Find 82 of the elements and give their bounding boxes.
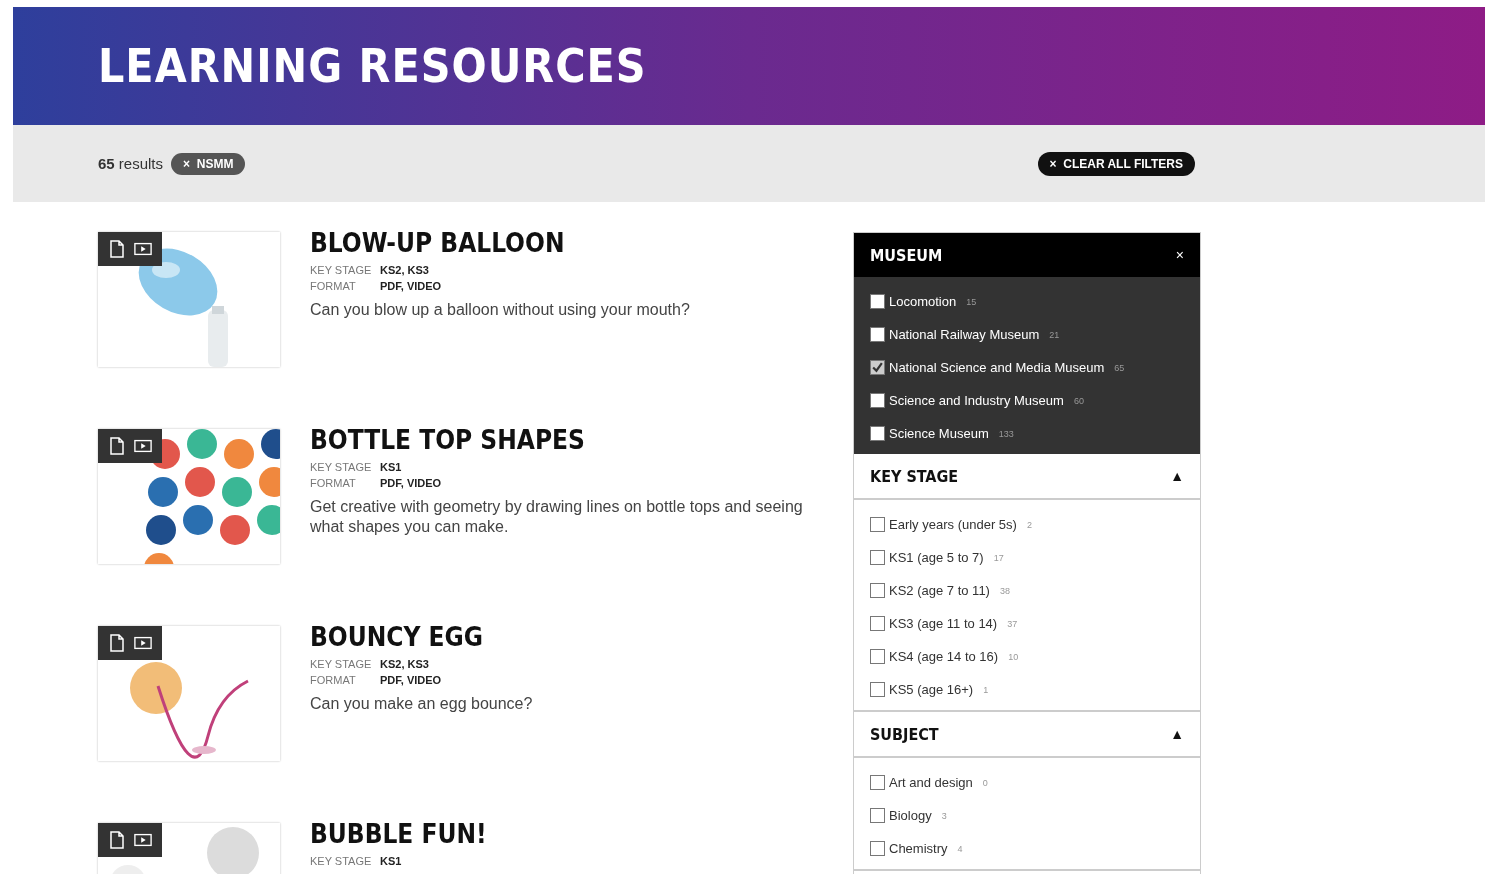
filter-option-label[interactable]: Science and Industry Museum <box>889 393 1064 408</box>
filter-option-label[interactable]: Biology <box>889 808 932 823</box>
format-value: PDF, VIDEO <box>380 476 442 491</box>
checkbox[interactable] <box>870 517 885 532</box>
filter-option-label[interactable]: Science Museum <box>889 426 989 441</box>
checkbox[interactable] <box>870 808 885 823</box>
results-count: 65 results <box>98 155 164 172</box>
option-count: 0 <box>982 777 988 788</box>
option-count: 37 <box>1007 618 1018 629</box>
document-icon <box>108 831 126 849</box>
video-icon <box>134 240 152 258</box>
document-icon <box>108 240 126 258</box>
format-label: FORMAT <box>310 279 357 294</box>
key-stage-label: KEY STAGE <box>310 657 373 672</box>
filter-option-label[interactable]: KS4 (age 14 to 16) <box>889 649 999 664</box>
video-icon <box>134 437 152 455</box>
option-count: 2 <box>1026 519 1032 530</box>
format-label: FORMAT <box>310 476 357 491</box>
video-icon <box>134 831 152 849</box>
checkbox[interactable] <box>870 294 885 309</box>
option-count: 15 <box>966 296 977 307</box>
key-stage-value: KS2, KS3 <box>380 657 430 672</box>
document-icon <box>108 634 126 652</box>
option-count: 21 <box>1049 329 1060 340</box>
option-count: 10 <box>1008 651 1019 662</box>
checkbox[interactable] <box>870 327 885 342</box>
format-value: PDF, VIDEO <box>380 673 442 688</box>
close-icon[interactable]: × <box>1175 247 1184 263</box>
option-count: 60 <box>1073 395 1084 406</box>
format-value: PDF, VIDEO <box>380 279 442 294</box>
resource-title[interactable]: BUBBLE FUN! <box>310 819 823 849</box>
filter-option-label[interactable]: Art and design <box>889 775 973 790</box>
resource-description: Can you blow up a balloon without using your mouth? <box>310 300 691 320</box>
filter-group-header[interactable]: MUSEUM × <box>854 233 1200 277</box>
filter-option-label[interactable]: Chemistry <box>889 841 948 856</box>
filter-option-label[interactable]: National Railway Museum <box>889 327 1040 342</box>
filter-option-label[interactable]: National Science and Media Museum <box>889 360 1105 375</box>
option-count: 65 <box>1114 362 1125 373</box>
checkbox[interactable] <box>870 550 885 565</box>
resource-title[interactable]: BOTTLE TOP SHAPES <box>310 425 823 455</box>
clear-filters-button[interactable]: × CLEAR ALL FILTERS <box>1037 151 1195 176</box>
page-title: LEARNING RESOURCES <box>98 39 647 93</box>
filter-option-label[interactable]: KS1 (age 5 to 7) <box>889 550 984 565</box>
filter-option-label[interactable]: KS2 (age 7 to 11) <box>889 583 990 598</box>
filter-group-title: KEY STAGE <box>870 466 959 486</box>
key-stage-label: KEY STAGE <box>310 263 373 278</box>
filter-group-title: MUSEUM <box>870 245 943 265</box>
collapse-icon[interactable]: ▲ <box>1170 726 1184 742</box>
option-count: 17 <box>993 552 1004 563</box>
collapse-icon[interactable]: ▲ <box>1170 468 1184 484</box>
option-count: 3 <box>941 810 947 821</box>
checkbox[interactable] <box>870 360 885 375</box>
filter-group-title: SUBJECT <box>870 724 939 744</box>
document-icon <box>108 437 126 455</box>
checkbox[interactable] <box>870 616 885 631</box>
option-count: 4 <box>957 843 963 854</box>
checkbox[interactable] <box>870 682 885 697</box>
resource-title[interactable]: BLOW-UP BALLOON <box>310 228 823 258</box>
checkbox[interactable] <box>870 841 885 856</box>
filter-option-label[interactable]: KS3 (age 11 to 14) <box>889 616 998 631</box>
key-stage-value: KS1 <box>380 460 403 475</box>
checkbox[interactable] <box>870 649 885 664</box>
filter-option-label[interactable]: Locomotion <box>889 294 957 309</box>
filter-chip[interactable]: × NSMM <box>171 152 246 175</box>
resource-description: Can you make an egg bounce? <box>310 694 534 714</box>
option-count: 38 <box>999 585 1010 596</box>
format-label: FORMAT <box>310 673 357 688</box>
resource-description: Get creative with geometry by drawing lines on bottle tops and seeing what shapes you can make. <box>310 497 804 537</box>
option-count: 133 <box>998 428 1014 439</box>
resource-title[interactable]: BOUNCY EGG <box>310 622 823 652</box>
video-icon <box>134 634 152 652</box>
checkbox[interactable] <box>870 426 885 441</box>
checkbox[interactable] <box>870 393 885 408</box>
key-stage-label: KEY STAGE <box>310 460 373 475</box>
key-stage-value: KS1 <box>380 854 402 869</box>
key-stage-label: KEY STAGE <box>310 854 373 869</box>
key-stage-value: KS2, KS3 <box>380 263 430 278</box>
filter-option-label[interactable]: Early years (under 5s) <box>889 517 1017 532</box>
checkbox[interactable] <box>870 775 885 790</box>
option-count: 1 <box>983 684 989 695</box>
checkbox[interactable] <box>870 583 885 598</box>
filter-option-label[interactable]: KS5 (age 16+) <box>889 682 974 697</box>
